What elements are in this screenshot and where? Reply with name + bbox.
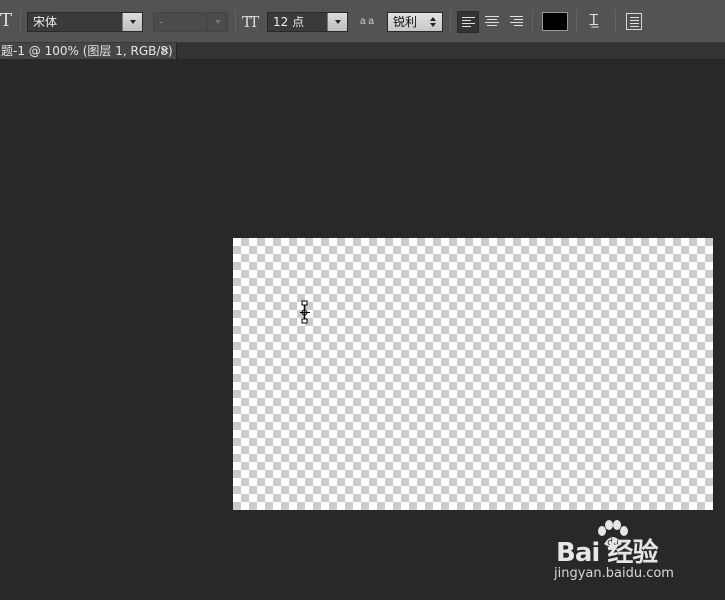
text-tool-icon[interactable]: T [0, 10, 12, 32]
chevron-down-icon [207, 13, 227, 31]
close-icon[interactable]: × [161, 43, 170, 59]
antialias-value: 锐利 [393, 15, 418, 29]
options-bar: T 宋体 - TT 12 点 a a 锐利 Ꮖ̲ [0, 0, 725, 43]
separator [450, 9, 451, 33]
align-right-button[interactable] [505, 11, 527, 33]
watermark-logo: Bai 经验 [556, 538, 658, 568]
separator [576, 9, 577, 33]
font-style-value: - [159, 15, 164, 29]
baidu-jingyan-watermark: du Bai 经验 jingyan.baidu.com [548, 520, 698, 584]
font-family-value: 宋体 [33, 15, 58, 29]
text-insertion-cursor-icon [300, 300, 310, 324]
separator [615, 9, 616, 33]
font-size-dropdown[interactable]: 12 点 [267, 12, 348, 32]
antialias-icon: a a [360, 16, 374, 27]
document-tab-title: 题-1 @ 100% (图层 1, RGB/8) [1, 44, 173, 58]
font-family-dropdown[interactable]: 宋体 [27, 12, 143, 32]
chevron-down-icon [327, 13, 347, 31]
warp-text-icon[interactable]: Ꮖ̲ [585, 10, 603, 34]
antialias-dropdown[interactable]: 锐利 [387, 12, 443, 32]
align-left-button[interactable] [457, 11, 479, 33]
font-style-dropdown[interactable]: - [153, 12, 228, 32]
align-center-button[interactable] [481, 11, 503, 33]
document-tab-bar: 题-1 @ 100% (图层 1, RGB/8) × [0, 43, 725, 59]
chevron-down-icon [122, 13, 142, 31]
font-size-icon: TT [242, 13, 259, 31]
document-tab[interactable]: 题-1 @ 100% (图层 1, RGB/8) × [0, 43, 177, 59]
watermark-url: jingyan.baidu.com [554, 566, 674, 581]
font-size-value: 12 点 [273, 15, 305, 29]
separator [20, 9, 21, 33]
document-canvas[interactable] [233, 238, 713, 510]
text-color-swatch[interactable] [542, 12, 568, 31]
character-panel-icon[interactable] [626, 13, 642, 30]
separator [532, 9, 533, 33]
separator [235, 9, 236, 33]
